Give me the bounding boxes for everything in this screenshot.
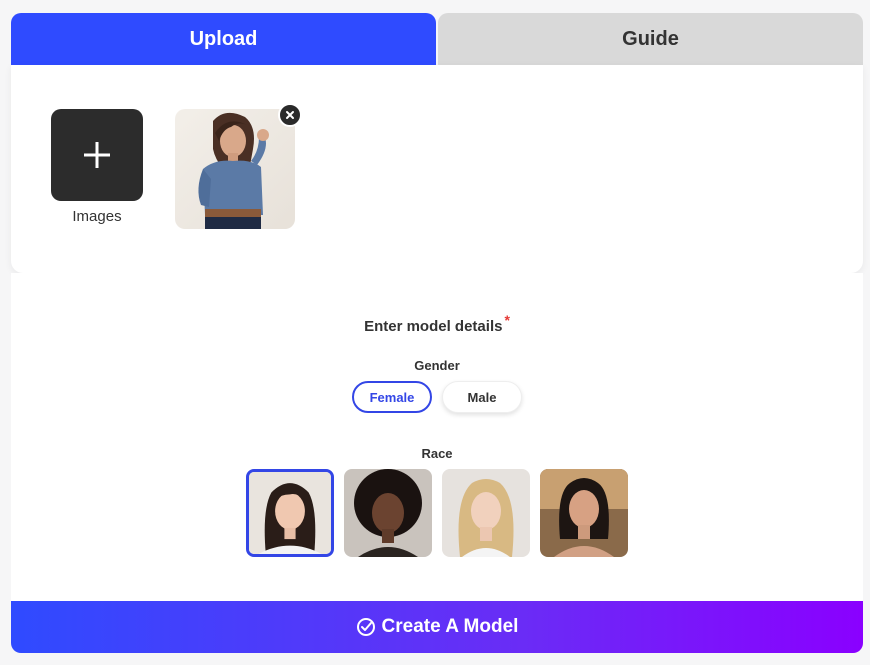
gender-label: Gender xyxy=(414,358,460,373)
tab-bar: Upload Guide xyxy=(11,13,863,65)
add-images-label: Images xyxy=(72,208,122,225)
race-option-1[interactable] xyxy=(246,469,334,557)
upload-panel: Images xyxy=(11,65,863,273)
uploaded-image-thumbnail xyxy=(175,103,302,229)
remove-image-button[interactable] xyxy=(278,103,302,127)
race-option-3[interactable] xyxy=(442,469,530,557)
create-model-button[interactable]: Create A Model xyxy=(11,601,863,653)
create-model-label: Create A Model xyxy=(381,616,519,637)
gender-option-male[interactable]: Male xyxy=(442,381,522,413)
check-circle-icon xyxy=(356,618,375,636)
race-option-2[interactable] xyxy=(344,469,432,557)
tab-guide[interactable]: Guide xyxy=(438,13,863,65)
add-image-button[interactable] xyxy=(51,109,143,201)
model-details-title-text: Enter model details xyxy=(364,318,503,335)
race-option-4[interactable] xyxy=(540,469,628,557)
race-portrait-3 xyxy=(442,469,530,557)
model-details-panel: Enter model details * Gender Female Male … xyxy=(11,273,863,601)
race-label: Race xyxy=(421,446,453,461)
add-images-tile: Images xyxy=(51,109,143,225)
race-portrait-2 xyxy=(344,469,432,557)
gender-selector: Female Male xyxy=(11,381,863,413)
race-portrait-1 xyxy=(249,472,331,554)
plus-icon xyxy=(84,142,110,168)
close-icon xyxy=(286,111,294,119)
gender-option-female[interactable]: Female xyxy=(352,381,432,413)
race-selector xyxy=(11,469,863,557)
race-portrait-4 xyxy=(540,469,628,557)
model-details-title: Enter model details * xyxy=(11,312,863,335)
required-mark: * xyxy=(504,312,510,328)
uploaded-photo xyxy=(175,109,295,229)
tab-upload[interactable]: Upload xyxy=(11,13,436,65)
